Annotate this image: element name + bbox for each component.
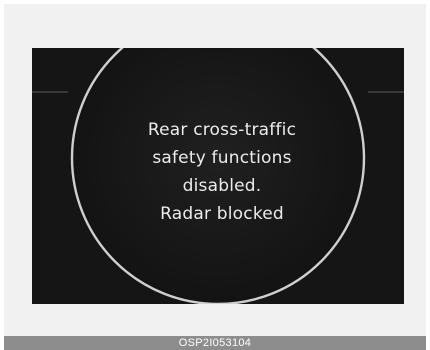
warning-message-line-3: disabled.	[182, 176, 262, 196]
warning-message: Rear cross-traffic safety functions disa…	[112, 116, 332, 228]
warning-message-line-2: safety functions	[152, 148, 292, 168]
warning-message-line-1: Rear cross-traffic	[147, 120, 297, 140]
warning-message-line-4: Radar blocked	[160, 204, 284, 224]
cluster-display: Rear cross-traffic safety functions disa…	[32, 48, 404, 304]
figure-code: OSP2I053104	[178, 337, 252, 349]
caption-bar: OSP2I053104	[4, 336, 426, 350]
illustration-frame: Rear cross-traffic safety functions disa…	[4, 4, 426, 336]
